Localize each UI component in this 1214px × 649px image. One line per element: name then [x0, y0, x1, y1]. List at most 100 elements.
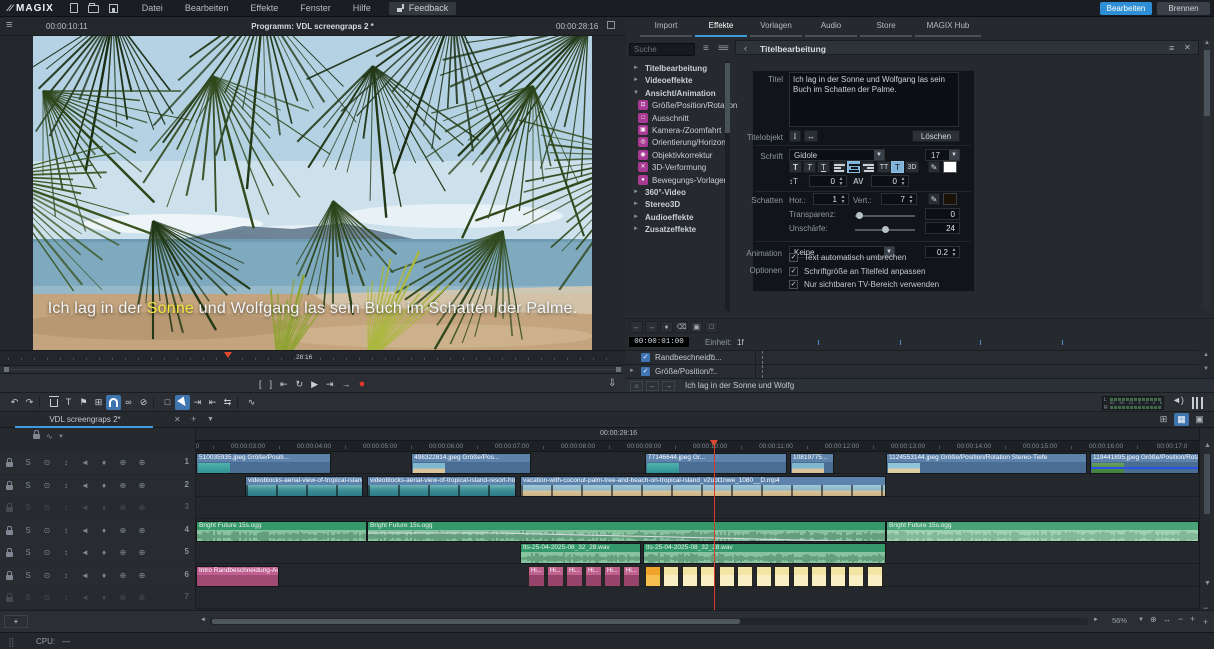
fx-icon[interactable]: ⊕	[116, 547, 130, 559]
save-file-icon[interactable]	[109, 4, 118, 13]
clip[interactable]: vacation-with-coconut-palm-tree-and-beac…	[520, 476, 886, 497]
solo-icon[interactable]: S	[21, 570, 35, 582]
zoom-out-icon[interactable]: −	[1178, 614, 1183, 624]
mute-icon[interactable]: ◄	[78, 570, 92, 582]
tree-item-gr-e-position-rotation[interactable]: ⊡Größe/Position/Rotation	[625, 100, 725, 112]
mouse-mode-stretch-icon[interactable]: ⇆	[220, 395, 235, 410]
tab-import[interactable]: Import	[640, 21, 692, 35]
track-zoom-in-icon[interactable]: +	[1203, 617, 1208, 627]
clip[interactable]: 1124553144.jpeg Größe/Position/Rotation …	[886, 453, 1087, 474]
menu-item-effekte[interactable]: Effekte	[246, 3, 282, 13]
move-icon[interactable]: ⊕	[135, 570, 149, 582]
menu-item-bearbeiten[interactable]: Bearbeiten	[181, 3, 233, 13]
undo-icon[interactable]: ↶	[7, 395, 22, 410]
mute-icon[interactable]: ◄	[78, 457, 92, 469]
export-icon[interactable]: ⇩	[608, 374, 616, 393]
zoom-fit-icon[interactable]: ⊕	[1150, 615, 1157, 624]
clip[interactable]: Hi...	[585, 566, 602, 587]
lock-icon[interactable]	[2, 570, 16, 582]
transition-icon[interactable]: ↕	[59, 502, 73, 514]
monitor-undock-icon[interactable]	[607, 21, 615, 29]
clip[interactable]: Bright Future 15s.ogg	[196, 521, 367, 542]
fx-icon[interactable]: ⊕	[116, 525, 130, 537]
lock-icon[interactable]	[2, 547, 16, 559]
shadow-hor-stepper[interactable]: 1▲▼	[813, 193, 849, 205]
mute-icon[interactable]: ◄	[78, 525, 92, 537]
tree-item-ansicht-animation[interactable]: ▼Ansicht/Animation	[625, 88, 725, 100]
record-arm-icon[interactable]: ⊙	[40, 480, 54, 492]
font-select[interactable]: Gidole ▼	[789, 149, 885, 161]
tree-item-zusatzeffekte[interactable]: ►Zusatzeffekte	[625, 224, 725, 236]
delete-keyframe-icon[interactable]: ⌫	[675, 321, 688, 333]
option-checkbox[interactable]: ✓	[789, 253, 798, 262]
clip[interactable]	[830, 566, 846, 587]
vertical-text-button[interactable]: T	[891, 161, 904, 173]
chevron-down-icon[interactable]: ▼	[58, 434, 64, 440]
hscroll-thumb[interactable]	[212, 619, 740, 624]
transition-icon[interactable]: ↕	[59, 525, 73, 537]
hscroll-left-icon[interactable]: ◄	[200, 617, 206, 623]
preview-scrollbar[interactable]	[0, 366, 625, 373]
record-arm-icon[interactable]: ⊙	[40, 547, 54, 559]
text-icon[interactable]: T	[61, 395, 76, 410]
clip[interactable]	[645, 566, 661, 587]
next-object-icon[interactable]: →	[662, 381, 675, 391]
timeline-ruler[interactable]: 00:00:02:0000:00:03:0000:00:04:0000:00:0…	[196, 440, 1199, 452]
clip[interactable]	[663, 566, 679, 587]
panel-scrollbar[interactable]: ▲	[1203, 40, 1211, 310]
track-zoom-out-icon[interactable]: −	[1203, 603, 1208, 613]
volume-icon[interactable]: ♦	[97, 570, 111, 582]
fx-icon[interactable]: ⊕	[116, 457, 130, 469]
clip[interactable]: Hi...	[528, 566, 545, 587]
unlink-icon[interactable]: ⊘	[136, 395, 151, 410]
font-color-swatch[interactable]	[943, 161, 957, 173]
clip[interactable]: Hi...	[566, 566, 583, 587]
tab-magix-hub[interactable]: MAGIX Hub	[915, 21, 981, 35]
clip[interactable]: 77146644.jpeg Gr...	[645, 453, 787, 474]
move-icon[interactable]: ⊕	[135, 457, 149, 469]
shadow-vert-stepper[interactable]: 7▲▼	[881, 193, 917, 205]
transition-icon[interactable]: ↕	[59, 457, 73, 469]
range-icon[interactable]: □	[160, 395, 175, 410]
clip[interactable]	[774, 566, 790, 587]
tree-item-objektivkorrektur[interactable]: ◉Objektivkorrektur	[625, 150, 725, 162]
record-arm-icon[interactable]: ⊙	[40, 502, 54, 514]
menu-item-hilfe[interactable]: Hilfe	[349, 3, 375, 13]
hscroll-right-icon[interactable]: ►	[1093, 617, 1099, 623]
storyboard-view-icon[interactable]: ⊞	[1156, 413, 1171, 426]
next-keyframe-icon[interactable]: →	[645, 321, 658, 333]
project-tab[interactable]: VDL screengraps 2*	[20, 415, 150, 424]
kf-scroll-down-icon[interactable]: ▼	[1203, 366, 1209, 372]
new-file-icon[interactable]	[70, 3, 78, 13]
solo-icon[interactable]: S	[21, 525, 35, 537]
animation-step-stepper[interactable]: 0.2▲▼	[925, 246, 960, 258]
sort-list-icon[interactable]: ≡	[703, 43, 709, 54]
prev-keyframe-icon[interactable]: ←	[630, 321, 643, 333]
tab-effekte[interactable]: Effekte	[695, 21, 747, 35]
record-arm-icon[interactable]: ⊙	[40, 525, 54, 537]
clip[interactable]: Intro Randbeschneidung-Aus...	[196, 566, 279, 587]
mute-icon[interactable]: ◄	[78, 502, 92, 514]
transparenz-slider[interactable]	[855, 215, 915, 217]
copy-keyframe-icon[interactable]: ▣	[690, 321, 703, 333]
record-arm-icon[interactable]: ⊙	[40, 457, 54, 469]
panel-close-icon[interactable]: ✕	[1184, 43, 1191, 52]
transition-icon[interactable]: ↕	[59, 570, 73, 582]
titel-textarea[interactable]: Ich lag in der Sonne und Wolfgang las se…	[789, 72, 959, 127]
sort-tree-icon[interactable]: ≡≡	[718, 43, 728, 54]
clip[interactable]	[867, 566, 883, 587]
zoom-in-icon[interactable]: +	[1190, 614, 1195, 624]
clip[interactable]: 510035935.jpeg Größe/Positi...	[196, 453, 331, 474]
clip[interactable]: 119441895.jpeg Größe/Position/Rota...	[1090, 453, 1199, 474]
close-tab-icon[interactable]: ✕	[174, 415, 181, 424]
tree-item-titelbearbeitung[interactable]: ►Titelbearbeitung	[625, 63, 725, 75]
caps-button[interactable]: TT	[877, 161, 891, 173]
tab-menu-icon[interactable]: ▼	[207, 416, 214, 423]
solo-icon[interactable]: S	[21, 592, 35, 604]
volume-icon[interactable]: ♦	[97, 480, 111, 492]
solo-icon[interactable]: S	[21, 502, 35, 514]
timeline-playhead[interactable]	[714, 440, 715, 610]
feedback-button[interactable]: Feedback	[389, 2, 457, 15]
solo-icon[interactable]: S	[21, 480, 35, 492]
keyframe-timecode[interactable]: 00:00:01:00	[628, 336, 690, 348]
